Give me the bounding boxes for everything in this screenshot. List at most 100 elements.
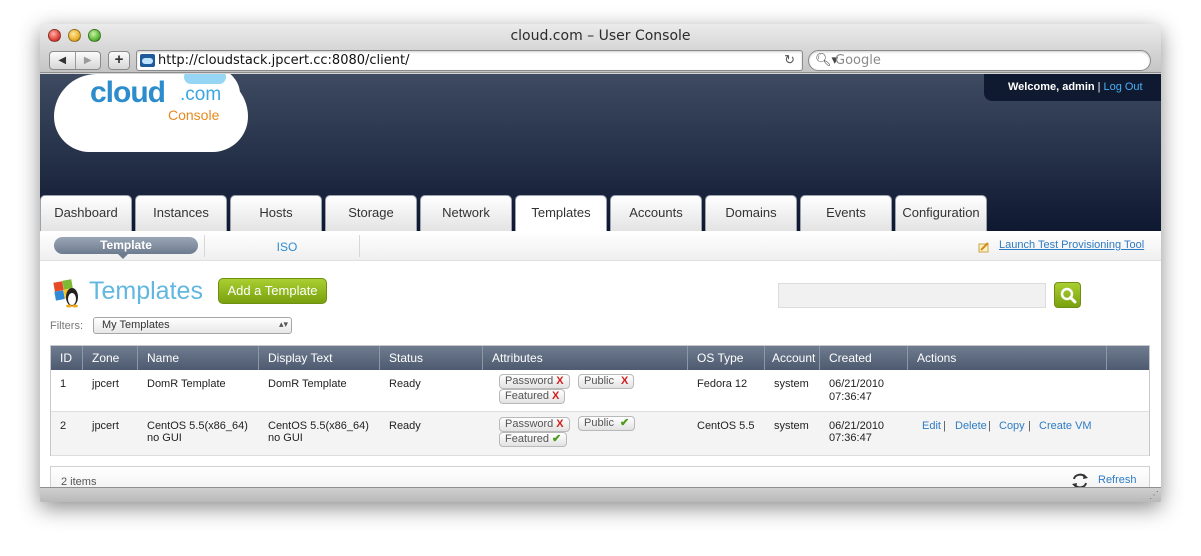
search-placeholder: Google bbox=[835, 53, 881, 68]
tab-dashboard[interactable]: Dashboard bbox=[40, 195, 132, 231]
pencil-icon bbox=[978, 242, 989, 253]
search-button[interactable] bbox=[1054, 282, 1081, 308]
subtab-iso[interactable]: ISO bbox=[262, 240, 312, 254]
logout-link[interactable]: Log Out bbox=[1103, 81, 1142, 93]
column-header-account[interactable]: Account bbox=[765, 346, 820, 370]
main-tabs: Dashboard Instances Hosts Storage Networ… bbox=[40, 195, 990, 231]
table-row[interactable]: 2 jpcert CentOS 5.5(x86_64) no GUI CentO… bbox=[51, 412, 1149, 456]
action-separator: | bbox=[1028, 420, 1031, 432]
column-header-id[interactable]: ID bbox=[51, 346, 83, 370]
column-header-actions[interactable]: Actions bbox=[908, 346, 1107, 370]
history-buttons: ◀ ▶ bbox=[49, 51, 101, 70]
cell-created-time: 07:36:47 bbox=[829, 432, 872, 444]
tab-templates[interactable]: Templates bbox=[515, 195, 607, 231]
check-icon: ✔ bbox=[552, 433, 562, 445]
tab-configuration[interactable]: Configuration bbox=[895, 195, 987, 231]
subnav-divider bbox=[359, 235, 360, 257]
cross-icon: X bbox=[556, 418, 564, 430]
magnifier-icon bbox=[1060, 287, 1077, 304]
window-title: cloud.com – User Console bbox=[510, 28, 691, 44]
column-header-status[interactable]: Status bbox=[380, 346, 483, 370]
cell-created-time: 07:36:47 bbox=[829, 391, 872, 403]
tab-network[interactable]: Network bbox=[420, 195, 512, 231]
subnav-divider bbox=[204, 235, 205, 257]
refresh-icon[interactable] bbox=[1071, 473, 1089, 487]
column-header-attributes[interactable]: Attributes bbox=[483, 346, 688, 370]
attribute-badge-password: Password X bbox=[499, 417, 570, 432]
resize-grip-icon[interactable]: ⋰ bbox=[1149, 490, 1159, 501]
attribute-badge-public: Public X bbox=[578, 374, 635, 389]
templates-os-icon bbox=[53, 279, 78, 308]
launch-provisioning-tool-link[interactable]: Launch Test Provisioning Tool bbox=[999, 239, 1144, 251]
browser-window: cloud.com – User Console ◀ ▶ + http://cl… bbox=[40, 24, 1161, 502]
logo-com-text: .com bbox=[180, 84, 222, 105]
tab-instances[interactable]: Instances bbox=[135, 195, 227, 231]
reload-icon[interactable]: ↻ bbox=[784, 52, 795, 68]
tab-domains[interactable]: Domains bbox=[705, 195, 797, 231]
filters-label: Filters: bbox=[50, 320, 83, 332]
site-favicon-icon bbox=[140, 54, 155, 67]
create-vm-link[interactable]: Create VM bbox=[1039, 420, 1092, 432]
attribute-badge-public: Public ✔ bbox=[578, 416, 636, 431]
table-row[interactable]: 1 jpcert DomR Template DomR Template Rea… bbox=[51, 370, 1149, 412]
item-count: 2 items bbox=[61, 476, 97, 487]
add-bookmark-button[interactable]: + bbox=[108, 51, 130, 70]
tab-events[interactable]: Events bbox=[800, 195, 892, 231]
cell-created-date: 06/21/2010 bbox=[829, 378, 885, 390]
edit-link[interactable]: Edit bbox=[922, 420, 941, 432]
cross-icon: X bbox=[556, 375, 564, 387]
sub-navigation: Template ISO Launch Test Provisioning To… bbox=[40, 231, 1161, 261]
cell-zone: jpcert bbox=[92, 378, 119, 390]
template-search-input[interactable] bbox=[778, 283, 1046, 308]
cell-account: system bbox=[774, 378, 809, 390]
table-header: ID Zone Name Display Text Status Attribu… bbox=[51, 346, 1149, 370]
template-filter-select[interactable]: My Templates ▴▾ bbox=[93, 317, 292, 334]
title-bar: cloud.com – User Console ◀ ▶ + http://cl… bbox=[40, 24, 1161, 73]
table-footer: 2 items Refresh bbox=[50, 466, 1150, 487]
add-template-button[interactable]: Add a Template bbox=[218, 278, 327, 304]
back-button[interactable]: ◀ bbox=[50, 52, 75, 69]
cell-os-type: CentOS 5.5 bbox=[697, 420, 755, 432]
logo-swoosh-icon bbox=[184, 74, 226, 84]
page-content: cloud .com Console Welcome, admin | Log Ou… bbox=[40, 74, 1161, 487]
tab-storage[interactable]: Storage bbox=[325, 195, 417, 231]
masthead: cloud .com Console Welcome, admin | Log Ou… bbox=[40, 74, 1161, 231]
address-bar[interactable]: http://cloudstack.jpcert.cc:8080/client/… bbox=[136, 50, 803, 71]
cell-id: 2 bbox=[60, 420, 67, 432]
action-separator: | bbox=[943, 420, 946, 432]
cross-icon: X bbox=[552, 390, 560, 402]
tab-accounts[interactable]: Accounts bbox=[610, 195, 702, 231]
logo[interactable]: cloud .com Console bbox=[54, 74, 248, 152]
user-panel: Welcome, admin | Log Out bbox=[984, 74, 1161, 101]
cell-display-text: DomR Template bbox=[268, 378, 347, 390]
browser-search-field[interactable]: 🔍︎▾ Google bbox=[808, 50, 1151, 71]
cell-status: Ready bbox=[389, 420, 421, 432]
url-text[interactable]: http://cloudstack.jpcert.cc:8080/client/ bbox=[158, 53, 409, 68]
copy-link[interactable]: Copy bbox=[999, 420, 1025, 432]
cross-icon: X bbox=[620, 375, 629, 387]
delete-link[interactable]: Delete bbox=[955, 420, 987, 432]
cell-id: 1 bbox=[60, 378, 67, 390]
forward-button[interactable]: ▶ bbox=[74, 52, 101, 69]
column-header-display-text[interactable]: Display Text bbox=[259, 346, 380, 370]
tab-hosts[interactable]: Hosts bbox=[230, 195, 322, 231]
refresh-link[interactable]: Refresh bbox=[1098, 474, 1137, 486]
subtab-template[interactable]: Template bbox=[54, 237, 198, 259]
cell-account: system bbox=[774, 420, 809, 432]
cell-zone: jpcert bbox=[92, 420, 119, 432]
attribute-badge-password: Password X bbox=[499, 374, 570, 389]
status-bar: ⋰ bbox=[40, 487, 1161, 502]
logo-cloud-text: cloud bbox=[90, 76, 166, 109]
cell-name-line2: no GUI bbox=[147, 432, 182, 444]
logo-console-text: Console bbox=[168, 107, 220, 123]
filter-selected-value: My Templates bbox=[102, 319, 170, 331]
column-header-created[interactable]: Created bbox=[820, 346, 908, 370]
column-header-name[interactable]: Name bbox=[138, 346, 259, 370]
action-separator: | bbox=[988, 420, 991, 432]
cell-os-type: Fedora 12 bbox=[697, 378, 748, 390]
cell-name: DomR Template bbox=[147, 378, 226, 390]
templates-table: ID Zone Name Display Text Status Attribu… bbox=[50, 345, 1150, 456]
cell-status: Ready bbox=[389, 378, 421, 390]
column-header-zone[interactable]: Zone bbox=[83, 346, 138, 370]
column-header-os-type[interactable]: OS Type bbox=[688, 346, 765, 370]
